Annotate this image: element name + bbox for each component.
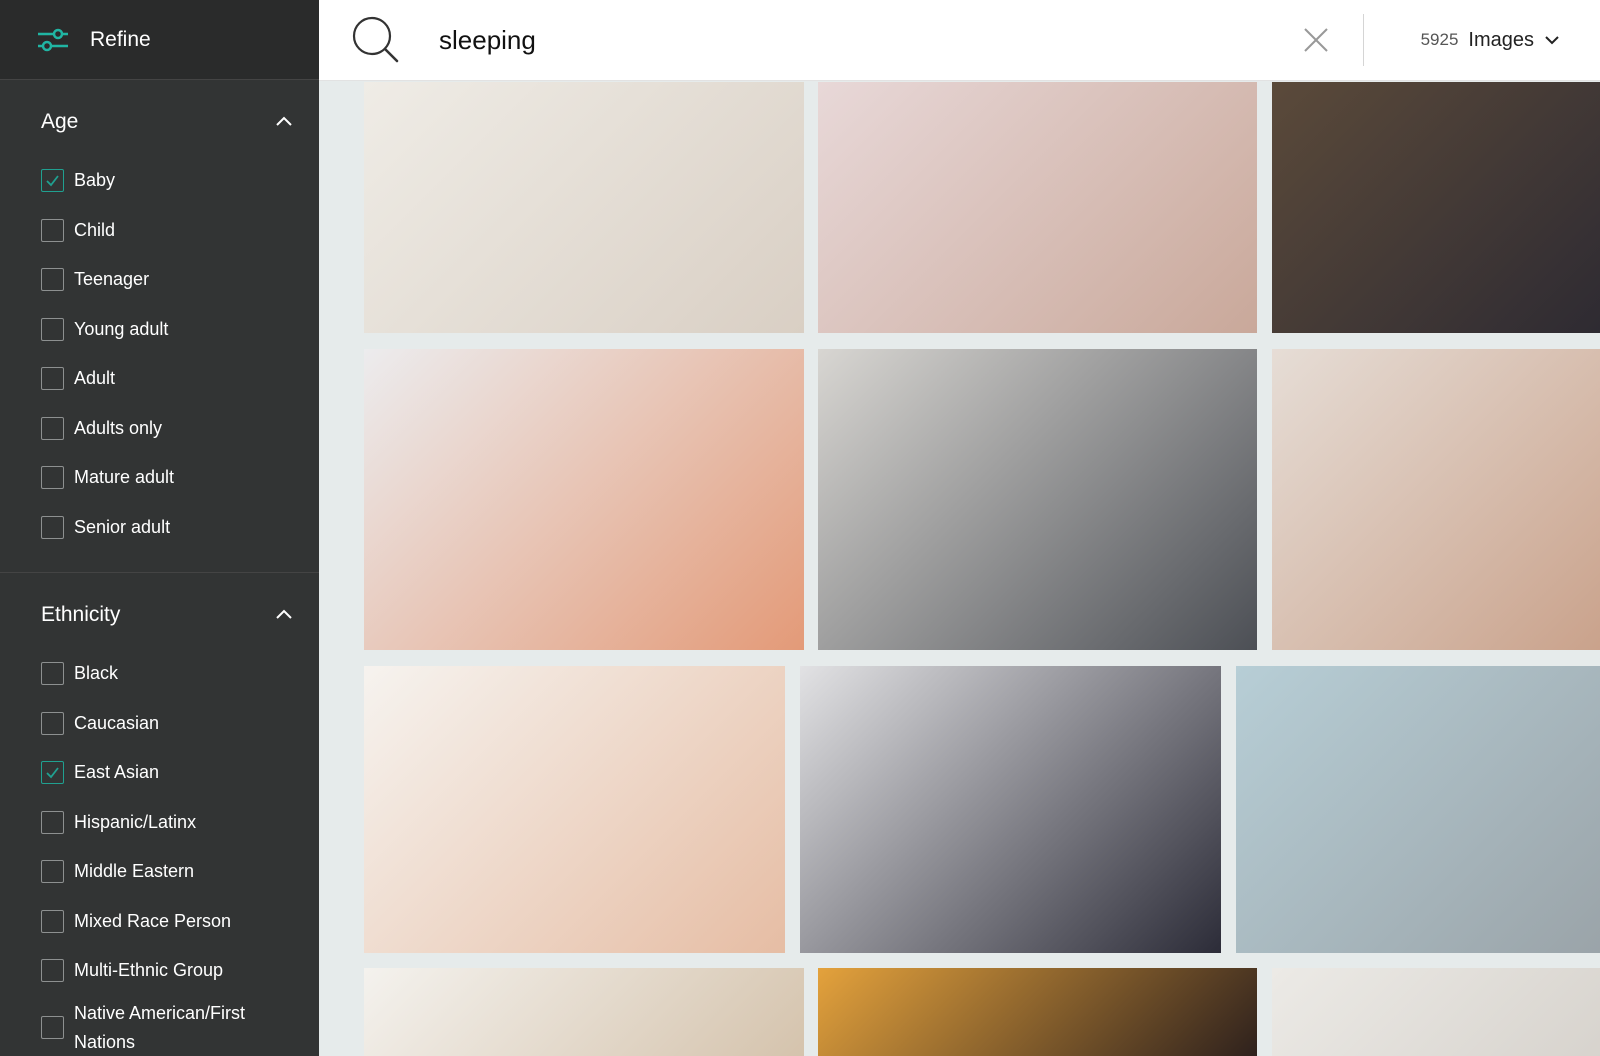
image-thumbnail — [364, 82, 804, 333]
image-thumbnail — [1272, 82, 1600, 333]
image-result[interactable] — [364, 82, 804, 333]
filter-option-label: Mixed Race Person — [74, 910, 232, 931]
filter-option-label: Adult — [74, 368, 116, 389]
filter-option[interactable]: Mixed Race Person — [0, 897, 319, 947]
filter-option[interactable]: Adults only — [0, 404, 319, 454]
filter-option-label: East Asian — [74, 762, 160, 783]
checkbox[interactable] — [41, 909, 64, 933]
filter-option[interactable]: Baby — [0, 156, 319, 206]
checkbox[interactable] — [41, 662, 64, 686]
image-thumbnail — [1236, 666, 1600, 953]
checkbox[interactable] — [41, 711, 64, 735]
checkbox[interactable] — [41, 810, 64, 834]
filter-option[interactable]: Caucasian — [0, 699, 319, 749]
filter-option[interactable]: Adult — [0, 354, 319, 404]
filter-option-label: Teenager — [74, 269, 150, 290]
search-icon[interactable] — [351, 15, 401, 65]
image-thumbnail — [1272, 349, 1600, 650]
checkbox[interactable] — [41, 367, 64, 391]
filter-sidebar: Refine Age Baby Child Teenager Young adult A… — [0, 0, 319, 1056]
content-type-label: Images — [1468, 28, 1534, 51]
checkbox[interactable] — [41, 466, 64, 490]
age-section-toggle[interactable]: Age — [0, 94, 319, 150]
image-result[interactable] — [364, 349, 804, 650]
close-icon[interactable] — [1301, 25, 1331, 55]
image-thumbnail — [364, 666, 785, 953]
refine-label: Refine — [90, 27, 151, 51]
image-thumbnail — [1272, 968, 1600, 1056]
check-icon — [46, 175, 59, 187]
search-bar: 5925 Images — [319, 0, 1600, 81]
checkbox[interactable] — [41, 268, 64, 292]
chevron-down-icon — [1545, 36, 1559, 45]
checkbox[interactable] — [41, 218, 64, 242]
image-thumbnail — [818, 349, 1257, 650]
chevron-up-icon — [276, 116, 292, 126]
checkbox[interactable] — [41, 860, 64, 884]
checkbox-checked[interactable] — [41, 761, 64, 785]
filter-option-label: Caucasian — [74, 712, 160, 733]
checkbox[interactable] — [41, 959, 64, 983]
filter-option[interactable]: Native American/First Nations — [0, 996, 319, 1056]
ethnicity-options: Black Caucasian East Asian Hispanic/Latinx M… — [0, 643, 319, 1056]
age-section-title: Age — [41, 110, 79, 133]
age-options: Baby Child Teenager Young adult Adult Adults … — [0, 150, 319, 552]
filter-option[interactable]: Black — [0, 649, 319, 699]
checkbox-checked[interactable] — [41, 169, 64, 193]
result-count: 5925 — [1420, 30, 1459, 49]
image-result[interactable] — [1272, 349, 1600, 650]
filter-option-label: Middle Eastern — [74, 861, 195, 882]
image-result[interactable] — [364, 968, 804, 1056]
refine-button[interactable]: Refine — [0, 0, 319, 80]
filter-option[interactable]: Middle Eastern — [0, 847, 319, 897]
filter-option[interactable]: Mature adult — [0, 453, 319, 503]
filter-option-label: Black — [74, 663, 119, 684]
ethnicity-section-toggle[interactable]: Ethnicity — [0, 587, 319, 643]
chevron-up-icon — [276, 609, 292, 619]
filter-option-label: Child — [74, 219, 116, 240]
image-thumbnail — [364, 968, 804, 1056]
image-result[interactable] — [1236, 666, 1600, 953]
filter-option[interactable]: Teenager — [0, 255, 319, 305]
image-result[interactable] — [800, 666, 1221, 953]
checkbox[interactable] — [41, 515, 64, 539]
content-type-dropdown[interactable]: Images — [1468, 29, 1560, 52]
checkbox[interactable] — [41, 416, 64, 440]
ethnicity-filter-section: Ethnicity Black Caucasian East Asian Hispan… — [0, 573, 319, 1056]
filter-option-label: Baby — [74, 170, 116, 191]
checkbox[interactable] — [41, 317, 64, 341]
filter-option[interactable]: Multi-Ethnic Group — [0, 946, 319, 996]
image-thumbnail — [800, 666, 1221, 953]
age-filter-section: Age Baby Child Teenager Young adult Adult Adu… — [0, 80, 319, 552]
image-thumbnail — [818, 968, 1257, 1056]
checkbox[interactable] — [41, 1016, 64, 1039]
image-result[interactable] — [818, 968, 1257, 1056]
ethnicity-section-title: Ethnicity — [41, 603, 121, 626]
filter-option-label: Mature adult — [74, 467, 175, 488]
filter-option-label: Multi-Ethnic Group — [74, 960, 224, 981]
filter-option-label: Native American/First Nations — [74, 1002, 246, 1052]
sliders-icon — [38, 28, 68, 51]
filter-option[interactable]: East Asian — [0, 748, 319, 798]
check-icon — [46, 767, 59, 779]
image-thumbnail — [364, 349, 804, 650]
image-result[interactable] — [1272, 82, 1600, 333]
search-input[interactable] — [439, 24, 1301, 56]
filter-option-label: Senior adult — [74, 516, 171, 537]
filter-option[interactable]: Hispanic/Latinx — [0, 798, 319, 848]
filter-option[interactable]: Child — [0, 206, 319, 256]
filter-option-label: Hispanic/Latinx — [74, 811, 197, 832]
image-result[interactable] — [1272, 968, 1600, 1056]
filter-option-label: Adults only — [74, 417, 163, 438]
filter-option[interactable]: Senior adult — [0, 503, 319, 553]
image-result[interactable] — [364, 666, 785, 953]
image-result[interactable] — [818, 349, 1257, 650]
image-result[interactable] — [818, 82, 1257, 333]
image-thumbnail — [818, 82, 1257, 333]
filter-option-label: Young adult — [74, 318, 169, 339]
filter-option[interactable]: Young adult — [0, 305, 319, 355]
toolbar-divider — [1362, 14, 1364, 66]
